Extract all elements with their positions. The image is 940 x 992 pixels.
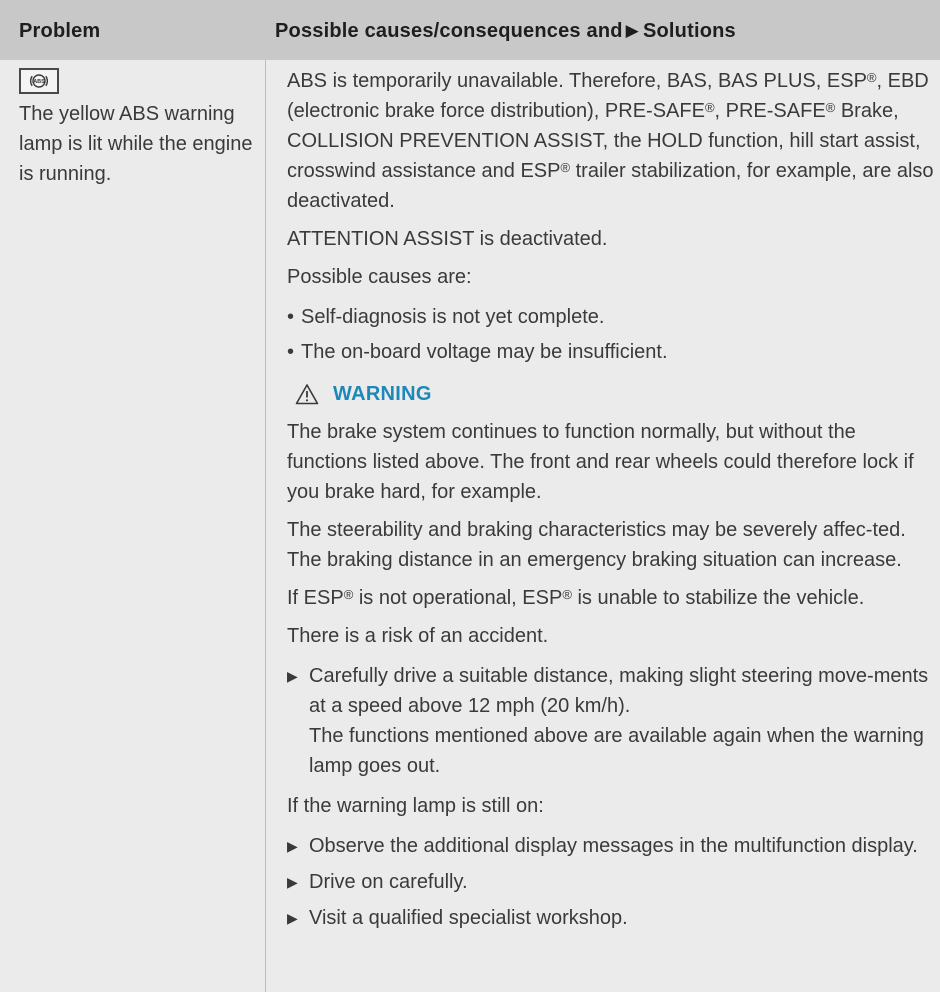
attention-assist-paragraph: ATTENTION ASSIST is deactivated. — [287, 228, 608, 250]
action-steps-list: Observe the additional display messages … — [287, 831, 937, 933]
svg-text:ABS: ABS — [33, 79, 45, 85]
action-step: Observe the additional display messages … — [287, 831, 937, 861]
possible-causes-label: Possible causes are: — [287, 266, 472, 288]
header-solutions-suffix: Solutions — [642, 20, 736, 42]
text-segment: ABS is temporarily unavailable. Therefor… — [287, 70, 867, 92]
text-segment: If ESP — [287, 587, 344, 609]
header-solutions: Possible causes/consequences and ▶ Solutio… — [275, 0, 736, 60]
header-solutions-prefix: Possible causes/consequences and — [275, 20, 623, 42]
warning-paragraph: The brake system continues to function n… — [287, 421, 914, 503]
abs-unavailable-paragraph: ABS is temporarily unavailable. Therefor… — [287, 66, 937, 216]
action-step: Carefully drive a suitable distance, mak… — [287, 661, 937, 781]
text-segment: , PRE-SAFE — [714, 100, 826, 122]
registered-mark: ® — [704, 100, 715, 115]
registered-mark: ® — [825, 100, 836, 115]
registered-mark: ® — [343, 587, 354, 602]
warning-paragraph: If ESP® is not operational, ESP® is unab… — [287, 583, 937, 613]
warning-triangle-icon — [295, 383, 319, 405]
registered-mark: ® — [562, 587, 572, 602]
solutions-content: ABS is temporarily unavailable. Therefor… — [287, 66, 937, 943]
text-segment: is not operational, ESP — [353, 587, 563, 609]
still-on-label: If the warning lamp is still on: — [287, 795, 544, 817]
registered-mark: ® — [560, 160, 571, 175]
causes-list: Self-diagnosis is not yet complete. The … — [287, 302, 937, 367]
text-segment: is unable to stabilize the vehicle. — [571, 587, 865, 609]
list-item: Self-diagnosis is not yet complete. — [287, 302, 937, 332]
arrow-right-icon: ▶ — [625, 21, 639, 40]
table-header: Problem Possible causes/consequences and… — [0, 0, 940, 60]
action-steps-list: Carefully drive a suitable distance, mak… — [287, 661, 937, 781]
header-problem: Problem — [19, 20, 101, 42]
warning-heading: WARNING — [295, 377, 937, 411]
warning-paragraph: The steerability and braking characteris… — [287, 519, 906, 571]
troubleshooting-table: Problem Possible causes/consequences and… — [0, 0, 940, 992]
action-step-note: The functions mentioned above are availa… — [309, 725, 924, 777]
action-step: Visit a qualified specialist workshop. — [287, 903, 937, 933]
list-item: The on-board voltage may be insufficient… — [287, 337, 937, 367]
problem-cell — [0, 60, 265, 992]
warning-label: WARNING — [333, 383, 432, 405]
action-step-text: Carefully drive a suitable distance, mak… — [309, 665, 929, 717]
registered-mark: ® — [866, 70, 877, 85]
action-step: Drive on carefully. — [287, 867, 937, 897]
warning-paragraph: There is a risk of an accident. — [287, 625, 549, 647]
problem-description: The yellow ABS warning lamp is lit while… — [19, 103, 253, 185]
abs-warning-lamp-icon: ABS — [19, 68, 59, 94]
